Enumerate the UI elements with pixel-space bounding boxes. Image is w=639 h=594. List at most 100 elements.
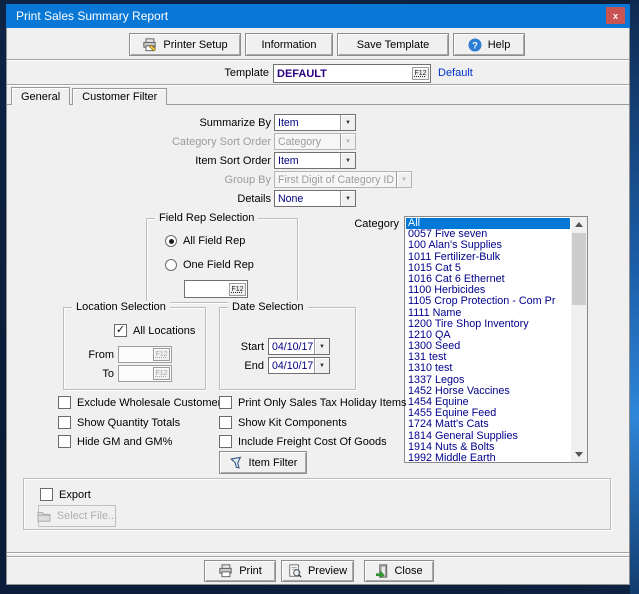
tab-strip: General Customer Filter <box>7 88 629 105</box>
category-list-item[interactable]: 1454 Equine <box>406 397 570 408</box>
category-list-item[interactable]: 1016 Cat 6 Ethernet <box>406 274 570 285</box>
close-dialog-button[interactable]: Close <box>364 560 434 582</box>
scroll-up-icon <box>575 222 583 227</box>
category-listbox[interactable]: All0057 Five seven100 Alan's Supplies101… <box>404 216 588 463</box>
template-f12-button[interactable]: F12 <box>412 67 429 80</box>
printer-icon <box>218 564 233 578</box>
category-list-item[interactable]: 0057 Five seven <box>406 229 570 240</box>
category-label: Category <box>345 218 399 230</box>
close-button[interactable]: x <box>606 7 625 24</box>
item-filter-label: Item Filter <box>249 457 298 469</box>
show-quantity-totals-checkbox[interactable]: ✓ Show Quantity Totals <box>58 416 180 429</box>
tab-general[interactable]: General <box>11 87 70 105</box>
include-freight-cost-checkbox[interactable]: ✓ Include Freight Cost Of Goods <box>219 435 387 448</box>
checkbox-icon: ✓ <box>58 396 71 409</box>
information-button[interactable]: Information <box>245 33 333 56</box>
details-label: Details <box>7 193 271 205</box>
print-only-sales-tax-holiday-checkbox[interactable]: ✓ Print Only Sales Tax Holiday Items <box>219 396 407 409</box>
scroll-down-button[interactable] <box>571 447 587 462</box>
svg-text:?: ? <box>472 40 478 51</box>
folder-icon <box>37 510 51 522</box>
category-list-item[interactable]: 1015 Cat 5 <box>406 263 570 274</box>
help-icon: ? <box>468 38 482 52</box>
preview-label: Preview <box>308 565 347 577</box>
separator <box>7 84 629 86</box>
end-date-dropdown[interactable]: 04/10/17▼ <box>268 357 330 374</box>
select-file-label: Select File... <box>57 510 118 522</box>
close-label: Close <box>394 565 422 577</box>
all-field-rep-radio[interactable]: All Field Rep <box>165 235 245 247</box>
show-kit-components-checkbox[interactable]: ✓ Show Kit Components <box>219 416 347 429</box>
to-f12-button: F12 <box>153 367 170 380</box>
exclude-wholesale-customers-checkbox[interactable]: ✓ Exclude Wholesale Customers <box>58 396 227 409</box>
category-scrollbar[interactable] <box>571 217 587 462</box>
chevron-down-icon: ▼ <box>396 172 411 187</box>
start-date-dropdown[interactable]: 04/10/17▼ <box>268 338 330 355</box>
export-checkbox[interactable]: ✓ Export <box>40 488 91 501</box>
all-locations-checkbox[interactable]: ✓ All Locations <box>114 324 195 337</box>
item-sort-order-label: Item Sort Order <box>7 155 271 167</box>
funnel-icon <box>229 456 243 470</box>
category-list-item[interactable]: 1452 Horse Vaccines <box>406 386 570 397</box>
category-list-item[interactable]: 1100 Herbicides <box>406 285 570 296</box>
location-selection-group: Location Selection ✓ All Locations From … <box>63 307 206 390</box>
hide-gm-checkbox[interactable]: ✓ Hide GM and GM% <box>58 435 172 448</box>
preview-button[interactable]: Preview <box>281 560 354 582</box>
category-list-item[interactable]: All <box>406 218 570 229</box>
information-label: Information <box>261 39 316 51</box>
from-input: F12 <box>118 346 172 363</box>
chevron-down-icon: ▼ <box>340 153 355 168</box>
chevron-down-icon: ▼ <box>314 358 329 373</box>
category-list-item[interactable]: 1105 Crop Protection - Com Pr <box>406 296 570 307</box>
category-list-item[interactable]: 1992 Middle Earth <box>406 453 570 461</box>
summarize-by-dropdown[interactable]: Item▼ <box>274 114 356 131</box>
checkbox-icon: ✓ <box>40 488 53 501</box>
printer-setup-label: Printer Setup <box>163 39 227 51</box>
chevron-down-icon: ▼ <box>340 134 355 149</box>
category-sort-order-dropdown: Category▼ <box>274 133 356 150</box>
category-list-item[interactable]: 1814 General Supplies <box>406 431 570 442</box>
title-bar[interactable]: Print Sales Summary Report x <box>6 4 630 28</box>
help-button[interactable]: ? Help <box>453 33 525 56</box>
exit-door-icon <box>375 564 388 578</box>
scrollbar-thumb[interactable] <box>572 233 586 305</box>
category-list-item[interactable]: 1337 Legos <box>406 375 570 386</box>
field-rep-selection-group: Field Rep Selection All Field Rep One Fi… <box>146 218 298 303</box>
category-list-item[interactable]: 1111 Name <box>406 308 570 319</box>
print-button[interactable]: Print <box>204 560 276 582</box>
category-list-rows: All0057 Five seven100 Alan's Supplies101… <box>406 218 570 461</box>
checkbox-icon: ✓ <box>58 416 71 429</box>
scroll-up-button[interactable] <box>571 217 587 232</box>
one-field-rep-radio[interactable]: One Field Rep <box>165 259 254 271</box>
save-template-button[interactable]: Save Template <box>337 33 449 56</box>
checkbox-icon: ✓ <box>219 396 232 409</box>
category-list-item[interactable]: 1300 Seed <box>406 341 570 352</box>
group-by-dropdown: First Digit of Category ID▼ <box>274 171 412 188</box>
chevron-down-icon: ▼ <box>314 339 329 354</box>
category-list-item[interactable]: 1455 Equine Feed <box>406 408 570 419</box>
category-list-item[interactable]: 100 Alan's Supplies <box>406 240 570 251</box>
separator <box>7 556 629 558</box>
category-list-item[interactable]: 1200 Tire Shop Inventory <box>406 319 570 330</box>
checkbox-icon: ✓ <box>58 435 71 448</box>
select-file-button: Select File... <box>38 505 116 527</box>
checkbox-icon: ✓ <box>114 324 127 337</box>
item-filter-button[interactable]: Item Filter <box>219 451 307 474</box>
checkbox-icon: ✓ <box>219 416 232 429</box>
category-list-item[interactable]: 131 test <box>406 352 570 363</box>
one-field-rep-input[interactable]: F12 <box>184 280 248 298</box>
category-sort-order-label: Category Sort Order <box>7 136 271 148</box>
category-list-item[interactable]: 1310 test <box>406 363 570 374</box>
template-input[interactable]: DEFAULT F12 <box>273 64 431 83</box>
chevron-down-icon: ▼ <box>340 191 355 206</box>
printer-setup-button[interactable]: Printer Setup <box>129 33 241 56</box>
field-rep-f12-button[interactable]: F12 <box>229 283 246 296</box>
category-list-item[interactable]: 1011 Fertilizer-Bulk <box>406 252 570 263</box>
close-icon: x <box>613 11 618 21</box>
category-list-item[interactable]: 1210 QA <box>406 330 570 341</box>
category-list-item[interactable]: 1724 Matt's Cats <box>406 419 570 430</box>
item-sort-order-dropdown[interactable]: Item▼ <box>274 152 356 169</box>
tab-customer-filter[interactable]: Customer Filter <box>72 88 167 105</box>
details-dropdown[interactable]: None▼ <box>274 190 356 207</box>
category-list-item[interactable]: 1914 Nuts & Bolts <box>406 442 570 453</box>
